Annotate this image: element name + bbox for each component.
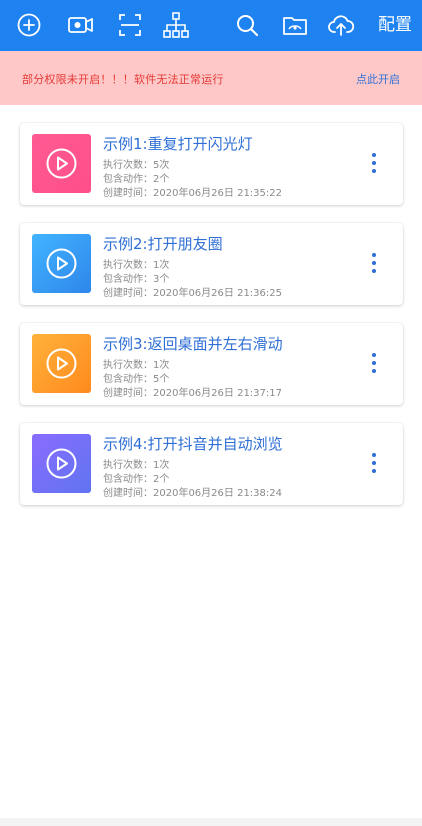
item-title: 示例3:返回桌面并左右滑动 — [103, 335, 283, 353]
item-run-count: 执行次数：1次 — [103, 460, 170, 471]
item-action-count: 包含动作：5个 — [103, 374, 170, 385]
item-created-time: 创建时间：2020年06月26日 21:35:22 — [103, 188, 282, 199]
item-action-count: 包含动作：3个 — [103, 274, 170, 285]
warning-message: 部分权限未开启！！！软件无法正常运行 — [22, 73, 224, 86]
item-created-time: 创建时间：2020年06月26日 21:37:17 — [103, 388, 282, 399]
item-action-count: 包含动作：2个 — [103, 474, 170, 485]
bottom-edge — [0, 818, 422, 826]
more-vertical-icon[interactable] — [371, 353, 377, 375]
play-icon — [32, 334, 91, 393]
play-icon — [32, 134, 91, 193]
list-item[interactable]: 示例2:打开朋友圈 执行次数：1次 包含动作：3个 创建时间：2020年06月2… — [20, 223, 403, 305]
more-vertical-icon[interactable] — [371, 153, 377, 175]
list-item[interactable]: 示例4:打开抖音并自动浏览 执行次数：1次 包含动作：2个 创建时间：2020年… — [20, 423, 403, 505]
config-button[interactable]: 配置 — [378, 12, 412, 38]
permission-warning-banner: 部分权限未开启！！！软件无法正常运行 点此开启 — [0, 51, 422, 105]
item-title: 示例2:打开朋友圈 — [103, 235, 223, 253]
list-item[interactable]: 示例3:返回桌面并左右滑动 执行次数：1次 包含动作：5个 创建时间：2020年… — [20, 323, 403, 405]
item-run-count: 执行次数：1次 — [103, 360, 170, 371]
item-run-count: 执行次数：1次 — [103, 260, 170, 271]
top-toolbar: 配置 — [0, 0, 422, 51]
task-list: 示例1:重复打开闪光灯 执行次数：5次 包含动作：2个 创建时间：2020年06… — [20, 123, 403, 523]
search-icon[interactable] — [233, 11, 261, 39]
item-created-time: 创建时间：2020年06月26日 21:36:25 — [103, 288, 282, 299]
item-title: 示例1:重复打开闪光灯 — [103, 135, 253, 153]
add-icon[interactable] — [15, 11, 43, 39]
item-run-count: 执行次数：5次 — [103, 160, 170, 171]
folder-icon[interactable] — [281, 11, 309, 39]
item-action-count: 包含动作：2个 — [103, 174, 170, 185]
play-icon — [32, 434, 91, 493]
hierarchy-icon[interactable] — [162, 11, 190, 39]
item-title: 示例4:打开抖音并自动浏览 — [103, 435, 283, 453]
cloud-upload-icon[interactable] — [327, 11, 355, 39]
item-created-time: 创建时间：2020年06月26日 21:38:24 — [103, 488, 282, 499]
enable-permission-link[interactable]: 点此开启 — [356, 71, 400, 87]
list-item[interactable]: 示例1:重复打开闪光灯 执行次数：5次 包含动作：2个 创建时间：2020年06… — [20, 123, 403, 205]
more-vertical-icon[interactable] — [371, 453, 377, 475]
more-vertical-icon[interactable] — [371, 253, 377, 275]
scan-icon[interactable] — [116, 11, 144, 39]
record-icon[interactable] — [67, 11, 95, 39]
play-icon — [32, 234, 91, 293]
